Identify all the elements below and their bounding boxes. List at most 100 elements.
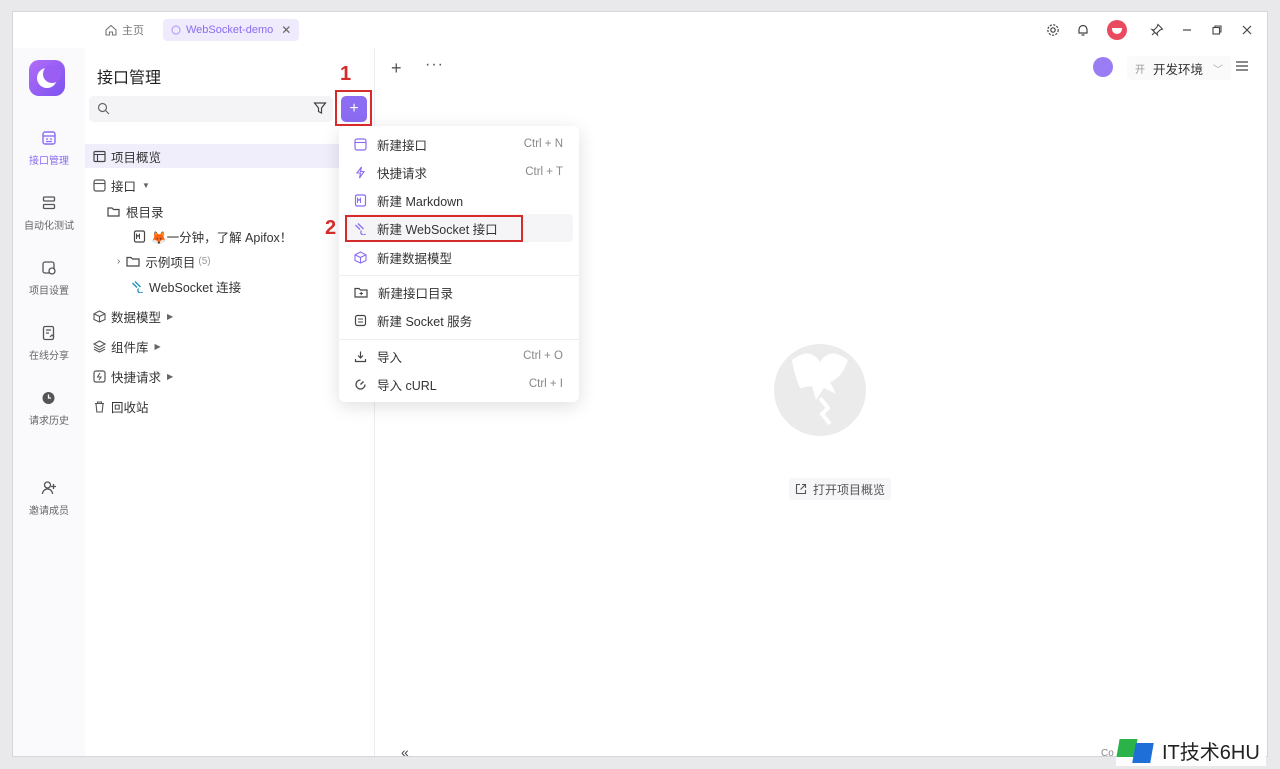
gear-icon[interactable] xyxy=(1043,20,1063,40)
tree-item-label: 数据模型 xyxy=(111,310,162,325)
tree-item-markdown-doc[interactable]: 🦊一分钟，了解 Apifox！ xyxy=(133,224,292,248)
minimize-icon[interactable] xyxy=(1177,20,1197,40)
tree-item-label: 根目录 xyxy=(126,205,164,220)
annotation-step-2: 2 xyxy=(325,217,337,239)
tree-item-label: 组件库 xyxy=(111,340,149,355)
rail-item-invite[interactable]: 邀请成员 xyxy=(13,478,85,517)
open-external-icon xyxy=(795,483,807,495)
caret-right-icon[interactable]: ▶ xyxy=(155,342,161,351)
folder-add-icon xyxy=(354,287,368,298)
env-tag: 开 xyxy=(1135,64,1145,76)
rail-item-api-label: 接口管理 xyxy=(29,156,69,167)
rail-item-history-label: 请求历史 xyxy=(29,416,69,427)
rail-item-share-label: 在线分享 xyxy=(29,351,69,362)
watermark: IT技术6HU xyxy=(1116,734,1266,766)
cube-icon xyxy=(93,309,106,323)
markdown-icon xyxy=(133,229,146,243)
panel-title: 接口管理 xyxy=(97,70,162,87)
chevron-right-icon[interactable]: › xyxy=(117,256,120,267)
main-toolbar: + ··· 开 开发环境 ﹀ xyxy=(375,48,1267,88)
tree-item-label: 示例项目 xyxy=(145,255,196,270)
automation-icon xyxy=(39,193,59,213)
tree-item-count: (5) xyxy=(198,255,211,267)
overview-icon xyxy=(93,150,106,162)
tree-item-sample-project[interactable]: › 示例项目 (5) xyxy=(117,249,211,273)
env-sync-icon[interactable] xyxy=(1093,57,1113,77)
history-icon xyxy=(39,388,59,408)
tree-item-data-models[interactable]: 数据模型 ▶ xyxy=(93,304,173,328)
menu-item-shortcut: Ctrl + I xyxy=(528,378,563,390)
env-label: 开发环境 xyxy=(1153,62,1204,77)
rail-item-automation[interactable]: 自动化测试 xyxy=(13,193,85,232)
layers-icon xyxy=(93,339,106,353)
menu-item-label: 导入 cURL xyxy=(377,378,437,393)
api-icon xyxy=(93,178,106,192)
close-icon[interactable] xyxy=(1237,20,1257,40)
menu-divider xyxy=(339,275,579,276)
footer-hint: Co xyxy=(1101,748,1114,757)
tree-item-root-folder[interactable]: 根目录 xyxy=(107,199,164,223)
more-icon[interactable]: ··· xyxy=(425,56,444,74)
tree-item-label: WebSocket 连接 xyxy=(149,280,242,295)
title-bar: 主页 WebSocket-demo ✕ xyxy=(13,12,1267,48)
caret-right-icon[interactable]: ▶ xyxy=(167,312,173,321)
tree-item-quick-requests[interactable]: 快捷请求 ▶ xyxy=(93,364,173,388)
socket-icon xyxy=(354,314,367,326)
menu-item-import-curl[interactable]: 导入 cURL Ctrl + I xyxy=(345,370,573,398)
tree-item-label: 接口 xyxy=(111,179,137,194)
menu-item-label: 新建接口目录 xyxy=(378,286,454,301)
menu-item-new-markdown[interactable]: 新建 Markdown xyxy=(345,186,573,214)
rail-item-automation-label: 自动化测试 xyxy=(24,221,74,232)
rail-item-api[interactable]: 接口管理 xyxy=(13,128,85,167)
folder-icon xyxy=(126,256,140,267)
tab-websocket-demo[interactable]: WebSocket-demo ✕ xyxy=(163,19,300,41)
menu-icon[interactable] xyxy=(1235,60,1249,72)
left-rail: 接口管理 自动化测试 项目设置 在线分享 请求历史 邀请成员 xyxy=(13,48,85,756)
app-window: 主页 WebSocket-demo ✕ 接口管理 自动化测试 项目设置 在线分享… xyxy=(12,11,1268,757)
curl-icon xyxy=(355,378,366,390)
menu-item-new-api[interactable]: 新建接口 Ctrl + N xyxy=(345,130,573,158)
tab-home-label: 主页 xyxy=(122,25,144,37)
api-icon xyxy=(39,128,59,148)
invite-icon xyxy=(39,478,59,498)
open-overview-button[interactable]: 打开项目概览 xyxy=(789,478,892,500)
menu-item-new-socket-service[interactable]: 新建 Socket 服务 xyxy=(345,306,573,334)
new-tab-button[interactable]: + xyxy=(391,58,402,79)
search-input[interactable] xyxy=(117,99,297,119)
tree-item-project-overview[interactable]: 项目概览 xyxy=(85,144,349,168)
menu-item-quick-request[interactable]: 快捷请求 Ctrl + T xyxy=(345,158,573,186)
rail-item-history[interactable]: 请求历史 xyxy=(13,388,85,427)
api-icon xyxy=(354,137,367,151)
import-icon xyxy=(354,351,367,362)
search-box[interactable] xyxy=(89,96,333,122)
tree-item-component-library[interactable]: 组件库 ▶ xyxy=(93,334,161,358)
tree-item-websocket-connection[interactable]: WebSocket 连接 xyxy=(131,274,241,298)
caret-down-icon[interactable]: ▼ xyxy=(142,181,150,190)
menu-item-shortcut: Ctrl + N xyxy=(523,138,563,150)
rail-item-project-settings-label: 项目设置 xyxy=(29,286,69,297)
project-settings-icon xyxy=(39,258,59,278)
trash-icon xyxy=(95,400,104,413)
restore-icon[interactable] xyxy=(1207,20,1227,40)
api-tree-panel: 接口管理 + 项目概览 接口 ▼ 根目录 🦊一分钟，了解 Apifox！ › 示… xyxy=(85,48,375,756)
rail-item-project-settings[interactable]: 项目设置 xyxy=(13,258,85,297)
tree-item-recycle-bin[interactable]: 回收站 xyxy=(93,394,149,418)
tab-home[interactable]: 主页 xyxy=(97,19,152,41)
search-icon xyxy=(97,102,110,115)
pin-icon[interactable] xyxy=(1147,20,1167,40)
bell-icon[interactable] xyxy=(1073,20,1093,40)
tree-item-api[interactable]: 接口 ▼ xyxy=(93,173,150,197)
add-dropdown-menu: 新建接口 Ctrl + N 快捷请求 Ctrl + T 新建 Markdown … xyxy=(339,126,579,402)
filter-icon[interactable] xyxy=(313,101,327,115)
environment-select[interactable]: 开 开发环境 ﹀ xyxy=(1127,56,1232,80)
menu-item-import[interactable]: 导入 Ctrl + O xyxy=(345,342,573,370)
menu-item-new-data-model[interactable]: 新建数据模型 xyxy=(345,243,573,271)
collapse-sidebar-button[interactable]: « xyxy=(401,744,409,756)
close-tab-icon[interactable]: ✕ xyxy=(281,23,291,37)
rail-item-share[interactable]: 在线分享 xyxy=(13,323,85,362)
tree-item-label: 回收站 xyxy=(111,400,149,415)
avatar[interactable] xyxy=(1107,20,1127,40)
caret-right-icon[interactable]: ▶ xyxy=(167,372,173,381)
menu-item-new-api-folder[interactable]: 新建接口目录 xyxy=(345,278,573,306)
markdown-icon xyxy=(354,193,367,207)
